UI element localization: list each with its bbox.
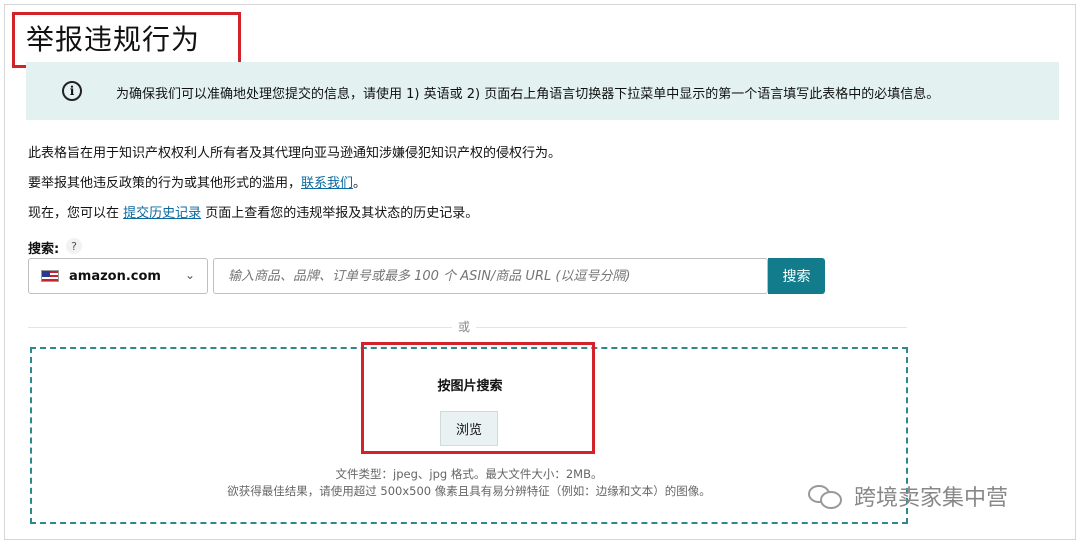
info-banner: i 为确保我们可以准确地处理您提交的信息，请使用 1) 英语或 2) 页面右上角…: [26, 62, 1059, 120]
help-icon[interactable]: ?: [66, 238, 82, 254]
info-icon: i: [62, 81, 82, 101]
intro-line-2-text: 要举报其他违反政策的行为或其他形式的滥用，: [28, 176, 302, 191]
us-flag-icon: [41, 270, 59, 282]
intro-line-2-end: 。: [353, 176, 367, 191]
search-label: 搜索:: [28, 242, 60, 257]
intro-line-2: 要举报其他违反政策的行为或其他形式的滥用，联系我们。: [28, 172, 366, 191]
watermark-text: 跨境卖家集中营: [854, 486, 1009, 511]
submission-history-link[interactable]: 提交历史记录: [123, 206, 201, 221]
info-banner-text: 为确保我们可以准确地处理您提交的信息，请使用 1) 英语或 2) 页面右上角语言…: [116, 87, 940, 102]
file-type-note: 文件类型：jpeg、jpg 格式。最大文件大小：2MB。: [335, 467, 603, 481]
image-search-title: 按图片搜索: [437, 379, 503, 394]
or-label: 或: [452, 318, 477, 335]
search-button[interactable]: 搜索: [768, 258, 825, 294]
intro-line-3: 现在，您可以在 提交历史记录 页面上查看您的违规举报及其状态的历史记录。: [28, 202, 478, 221]
intro-line-3-text: 现在，您可以在: [28, 206, 124, 221]
marketplace-label: amazon.com: [69, 268, 161, 284]
search-input[interactable]: [213, 258, 768, 294]
marketplace-select[interactable]: amazon.com ⌄: [28, 258, 208, 294]
intro-line-1: 此表格旨在用于知识产权权利人所有者及其代理向亚马逊通知涉嫌侵犯知识产权的侵权行为…: [28, 146, 562, 161]
wechat-icon: [808, 481, 844, 511]
image-quality-note: 欲获得最佳结果，请使用超过 500x500 像素且具有易分辨特征（例如：边缘和文…: [227, 484, 711, 498]
browse-button[interactable]: 浏览: [440, 411, 498, 446]
watermark: 跨境卖家集中营: [808, 480, 1008, 512]
chevron-down-icon: ⌄: [184, 268, 195, 282]
intro-line-3-end: 页面上查看您的违规举报及其状态的历史记录。: [201, 206, 479, 221]
contact-us-link[interactable]: 联系我们: [301, 176, 353, 191]
title-highlight-box: [12, 12, 241, 68]
